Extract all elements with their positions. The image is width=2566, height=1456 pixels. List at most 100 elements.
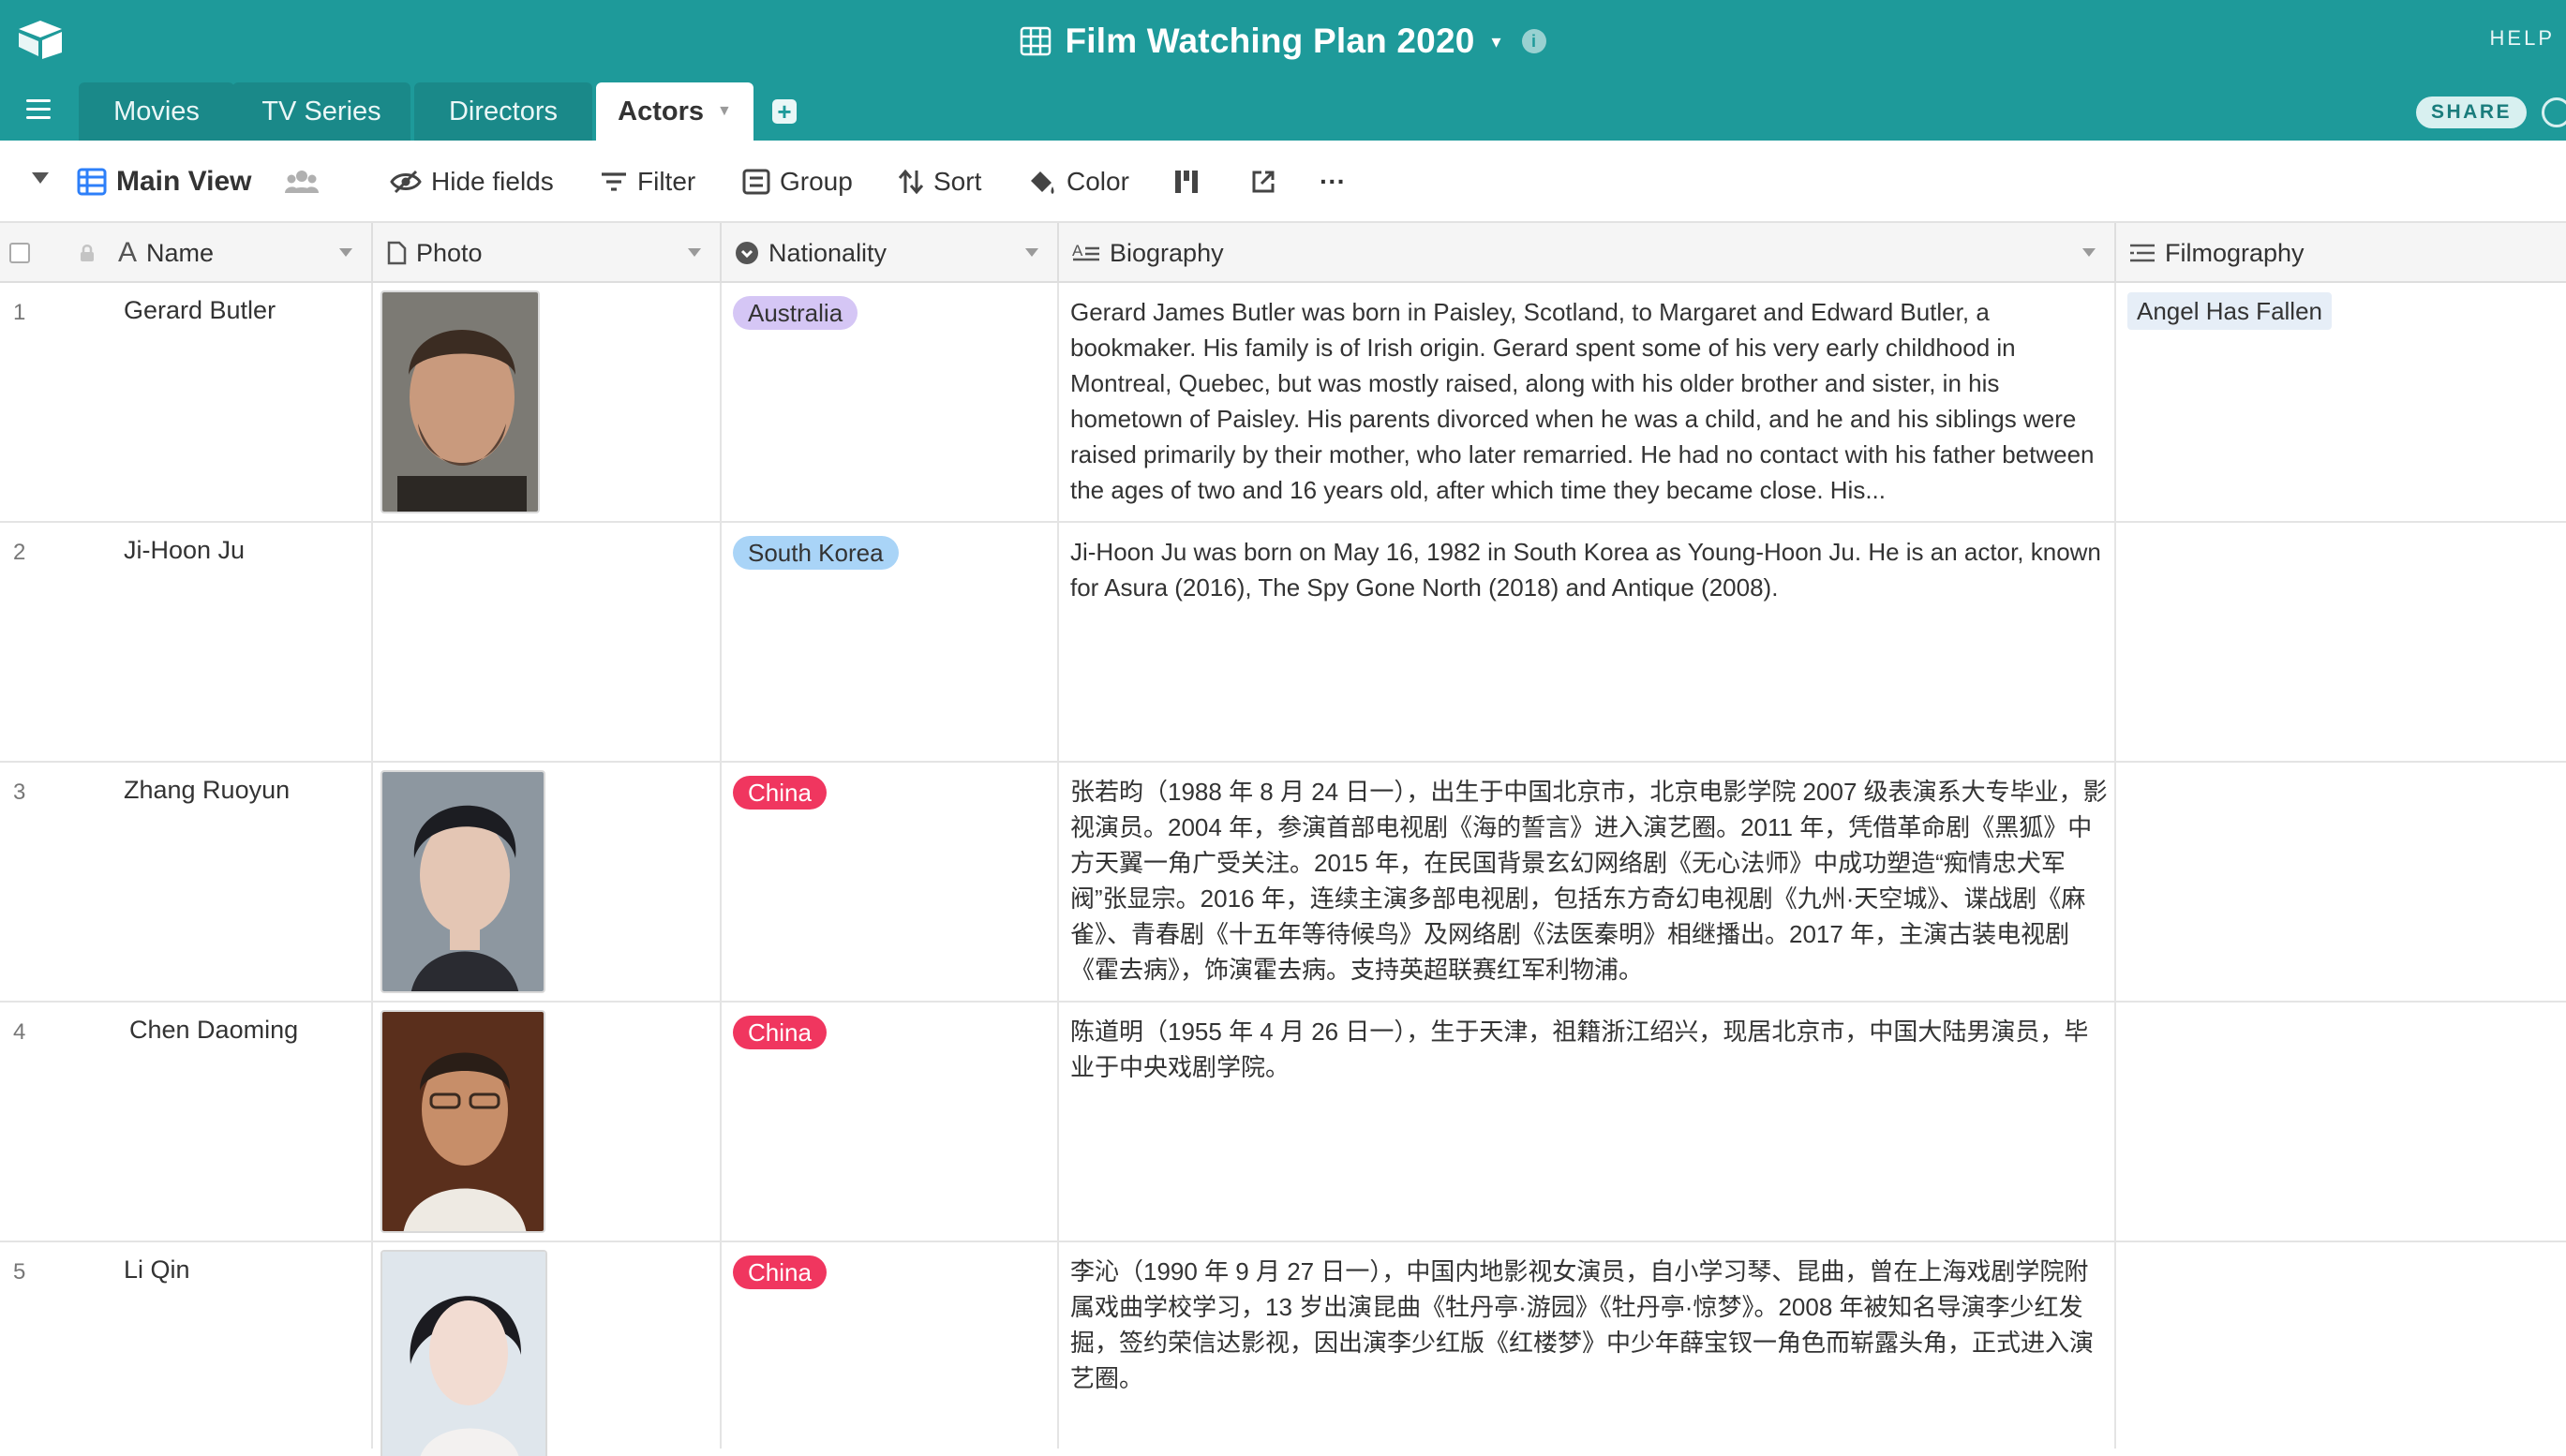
table-row[interactable]: 5 Li Qin China 李沁（1990 年 9 月 27 日一），中国内地…: [0, 1242, 2566, 1456]
row-height-button[interactable]: [1173, 141, 1201, 223]
column-label-filmography: Filmography: [2165, 238, 2305, 267]
linked-movie-chip[interactable]: Angel Has Fallen: [2127, 292, 2332, 330]
biography-cell[interactable]: 张若昀（1988 年 8 月 24 日一），出生于中国北京市，北京电影学院 20…: [1059, 763, 2116, 1001]
column-header-biography[interactable]: A Biography: [1059, 223, 2116, 283]
tab-movies[interactable]: Movies: [79, 82, 234, 141]
filter-icon: [602, 172, 626, 191]
base-title[interactable]: Film Watching Plan 2020: [1065, 22, 1474, 61]
chevron-down-icon[interactable]: ▼: [717, 103, 732, 120]
view-toolbar: Main View Hide fields Filter Group Sort …: [0, 141, 2566, 223]
photo-cell[interactable]: [373, 1242, 722, 1456]
table-row[interactable]: 3 Zhang Ruoyun China 张若昀（1988 年 8 月 24 日…: [0, 763, 2566, 1003]
grid-view-icon: [77, 168, 107, 196]
actor-name: Ji-Hoon Ju: [124, 536, 246, 564]
base-title-area[interactable]: Film Watching Plan 2020 ▾ i: [0, 13, 2566, 69]
help-link[interactable]: HELP: [2490, 26, 2555, 51]
long-text-icon: A: [1072, 242, 1099, 261]
history-icon[interactable]: [2542, 97, 2566, 127]
biography-cell[interactable]: Ji-Hoon Ju was born on May 16, 1982 in S…: [1059, 523, 2116, 761]
chevron-down-icon[interactable]: ▾: [1492, 30, 1501, 53]
tab-tv-series[interactable]: TV Series: [232, 82, 410, 141]
biography-text: 张若昀（1988 年 8 月 24 日一），出生于中国北京市，北京电影学院 20…: [1070, 778, 2108, 984]
svg-text:A: A: [1072, 242, 1083, 260]
name-cell[interactable]: 3 Zhang Ruoyun: [0, 763, 373, 1001]
row-height-icon: [1175, 171, 1198, 193]
actor-photo[interactable]: [380, 770, 545, 993]
column-menu-caret-icon[interactable]: [339, 248, 352, 257]
column-header-nationality[interactable]: Nationality: [722, 223, 1059, 283]
biography-text: Ji-Hoon Ju was born on May 16, 1982 in S…: [1070, 538, 2101, 602]
more-options-button[interactable]: ···: [1320, 141, 1346, 223]
share-button[interactable]: SHARE: [2416, 97, 2527, 128]
tab-label: Directors: [448, 96, 558, 126]
biography-cell[interactable]: 陈道明（1955 年 4 月 26 日一），生于天津，祖籍浙江绍兴，现居北京市，…: [1059, 1003, 2116, 1241]
tab-directors[interactable]: Directors: [414, 82, 592, 141]
hamburger-menu-icon[interactable]: [26, 99, 51, 120]
view-name: Main View: [116, 166, 252, 197]
sort-icon: [898, 169, 924, 195]
filter-label: Filter: [637, 167, 696, 196]
nationality-tag: China: [733, 776, 827, 810]
biography-text: 李沁（1990 年 9 月 27 日一），中国内地影视女演员，自小学习琴、昆曲，…: [1070, 1257, 2095, 1392]
top-bar: Film Watching Plan 2020 ▾ i HELP Movies …: [0, 0, 2566, 141]
photo-cell[interactable]: [373, 523, 722, 761]
color-button[interactable]: Color: [1027, 141, 1129, 223]
linked-record-icon: [2130, 244, 2155, 262]
photo-cell[interactable]: [373, 283, 722, 521]
filmography-cell[interactable]: [2116, 763, 2566, 1001]
select-all-checkbox[interactable]: [9, 243, 30, 263]
name-cell[interactable]: 2 Ji-Hoon Ju: [0, 523, 373, 761]
biography-cell[interactable]: 李沁（1990 年 9 月 27 日一），中国内地影视女演员，自小学习琴、昆曲，…: [1059, 1242, 2116, 1449]
text-field-icon: A: [118, 237, 138, 268]
column-header-name[interactable]: A Name: [0, 223, 373, 283]
view-list-toggle-icon[interactable]: [32, 172, 49, 184]
name-cell[interactable]: 5 Li Qin: [0, 1242, 373, 1449]
tab-actors[interactable]: Actors ▼: [596, 82, 753, 141]
tab-label: Actors: [618, 96, 704, 126]
filmography-cell[interactable]: [2116, 1003, 2566, 1241]
group-button[interactable]: Group: [742, 141, 853, 223]
nationality-tag: China: [733, 1255, 827, 1289]
column-menu-caret-icon[interactable]: [1025, 248, 1038, 257]
single-select-icon: [736, 242, 758, 264]
nationality-cell[interactable]: China: [722, 1003, 1059, 1241]
filmography-cell[interactable]: [2116, 1242, 2566, 1449]
nationality-cell[interactable]: China: [722, 763, 1059, 1001]
hide-fields-button[interactable]: Hide fields: [390, 141, 554, 223]
hide-fields-label: Hide fields: [431, 167, 554, 196]
info-icon[interactable]: i: [1521, 29, 1546, 53]
table-row[interactable]: 4 Chen Daoming China 陈道明（1955 年 4 月 26 日…: [0, 1003, 2566, 1242]
sort-button[interactable]: Sort: [898, 141, 981, 223]
column-menu-caret-icon[interactable]: [2082, 248, 2096, 257]
nationality-cell[interactable]: Australia: [722, 283, 1059, 521]
column-header-photo[interactable]: Photo: [373, 223, 722, 283]
biography-cell[interactable]: Gerard James Butler was born in Paisley,…: [1059, 283, 2116, 521]
actor-photo[interactable]: [380, 1250, 547, 1456]
nationality-cell[interactable]: China: [722, 1242, 1059, 1449]
share-view-button[interactable]: [1250, 141, 1276, 223]
tab-label: TV Series: [261, 96, 381, 126]
name-cell[interactable]: 1 Gerard Butler: [0, 283, 373, 521]
actor-photo[interactable]: [380, 1010, 545, 1233]
filmography-cell[interactable]: [2116, 523, 2566, 761]
column-menu-caret-icon[interactable]: [688, 248, 701, 257]
external-link-icon: [1252, 171, 1275, 193]
photo-cell[interactable]: [373, 763, 722, 1001]
more-icon: ···: [1320, 167, 1346, 196]
lock-icon: [81, 245, 94, 261]
photo-cell[interactable]: [373, 1003, 722, 1241]
nationality-tag: South Korea: [733, 536, 899, 570]
filmography-cell[interactable]: Angel Has Fallen: [2116, 283, 2566, 521]
view-switcher[interactable]: Main View: [77, 141, 252, 223]
table-row[interactable]: 2 Ji-Hoon Ju South Korea Ji-Hoon Ju was …: [0, 523, 2566, 763]
column-header-filmography[interactable]: Filmography: [2116, 223, 2566, 283]
add-table-icon[interactable]: +: [772, 99, 797, 124]
actor-photo[interactable]: [380, 290, 540, 513]
nationality-cell[interactable]: South Korea: [722, 523, 1059, 761]
group-label: Group: [780, 167, 853, 196]
name-cell[interactable]: 4 Chen Daoming: [0, 1003, 373, 1241]
color-label: Color: [1067, 167, 1129, 196]
collaborators-icon[interactable]: [285, 141, 319, 223]
filter-button[interactable]: Filter: [600, 141, 695, 223]
table-row[interactable]: 1 Gerard Butler Australia Gerard James B…: [0, 283, 2566, 523]
